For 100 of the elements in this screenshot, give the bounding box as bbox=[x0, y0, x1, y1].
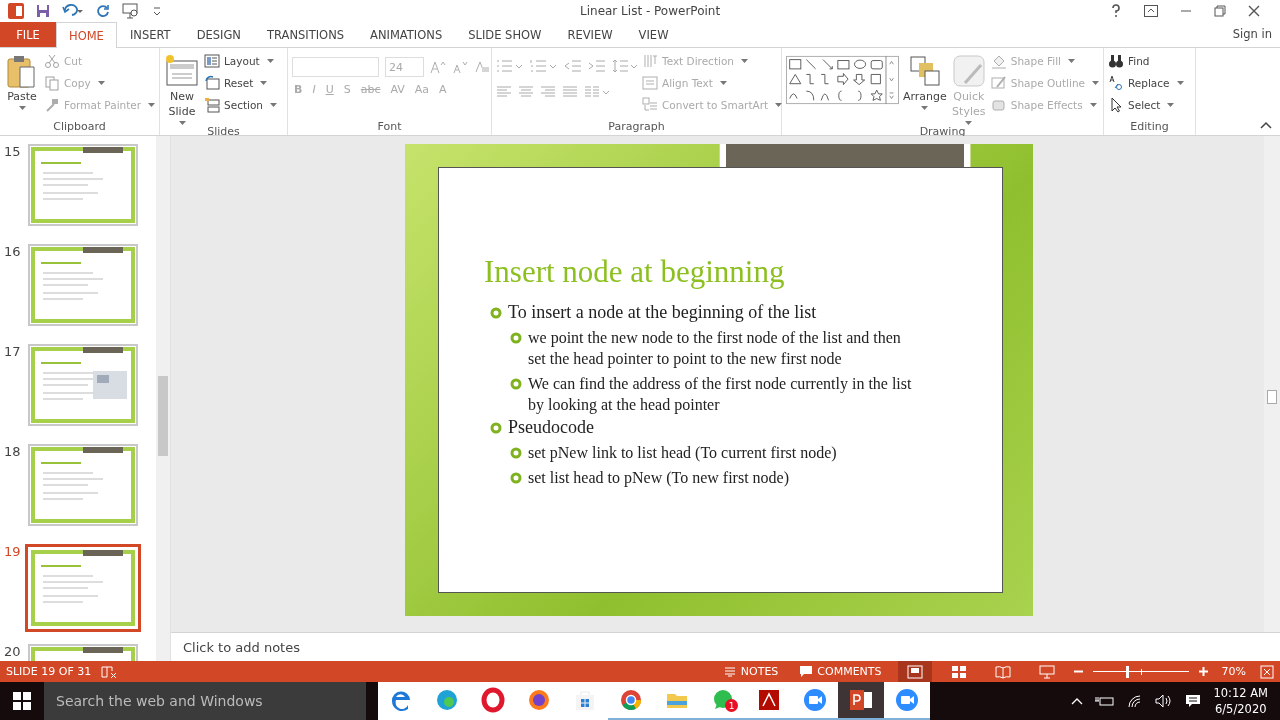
taskbar-button[interactable] bbox=[838, 682, 884, 720]
powerpoint-icon bbox=[848, 687, 874, 713]
caret-icon bbox=[266, 59, 274, 63]
video-camera-icon bbox=[894, 687, 920, 713]
ribbon-button[interactable]: Section bbox=[204, 95, 277, 115]
comments-button[interactable]: COMMENTS bbox=[794, 665, 888, 678]
slide-thumbnail[interactable] bbox=[28, 144, 138, 226]
search-field[interactable]: Search the web and Windows bbox=[44, 682, 366, 720]
smartart-icon bbox=[642, 97, 658, 113]
restore-icon[interactable] bbox=[1214, 5, 1226, 17]
clock-date[interactable]: 6/5/2020 bbox=[1214, 701, 1267, 717]
bullet-icon bbox=[510, 447, 522, 459]
caret-icon bbox=[260, 81, 268, 85]
line-spacing-icon[interactable] bbox=[612, 59, 638, 73]
redo-icon[interactable] bbox=[96, 4, 110, 18]
layout-icon bbox=[204, 53, 220, 69]
notification-icon[interactable] bbox=[1185, 694, 1202, 708]
taskbar-button[interactable]: 1 bbox=[700, 682, 746, 720]
slide-number: 20 bbox=[3, 644, 22, 660]
group-label: Clipboard bbox=[52, 120, 107, 135]
slide-number: 16 bbox=[3, 244, 22, 260]
slide-thumbnail[interactable] bbox=[28, 344, 138, 426]
ribbon-tab[interactable]: SLIDE SHOW bbox=[455, 22, 555, 47]
align-text-icon bbox=[642, 75, 658, 91]
slide-thumbnail[interactable] bbox=[28, 244, 138, 326]
pencil-icon bbox=[990, 75, 1007, 91]
ribbon-button[interactable]: Replace bbox=[1108, 73, 1184, 93]
slide-thumbnail[interactable] bbox=[25, 544, 141, 632]
copy-icon bbox=[44, 75, 60, 91]
bullet-icon bbox=[510, 472, 522, 484]
slide-title: Insert node at beginning bbox=[484, 254, 786, 290]
caret-icon bbox=[178, 121, 186, 125]
opera-icon bbox=[480, 687, 506, 713]
zoom-slider[interactable] bbox=[1092, 665, 1189, 678]
new-slide-button[interactable]: New Slide bbox=[164, 51, 200, 125]
cursor-icon bbox=[1108, 97, 1124, 113]
brush-icon bbox=[44, 97, 60, 113]
file-tab[interactable]: FILE bbox=[0, 22, 56, 47]
ribbon-tab[interactable]: DESIGN bbox=[183, 22, 254, 47]
caret-icon bbox=[741, 59, 748, 63]
speaker-icon[interactable] bbox=[1155, 694, 1174, 708]
ribbon-button[interactable]: Select bbox=[1108, 95, 1175, 115]
normal-view-icon[interactable] bbox=[897, 661, 932, 682]
ribbon-tab[interactable]: HOME bbox=[56, 22, 117, 48]
notes-placeholder[interactable]: Click to add notes bbox=[183, 639, 300, 655]
caret-icon bbox=[1089, 103, 1097, 107]
bullet-text: To insert a node at the beginning of the list bbox=[508, 302, 818, 323]
paste-button[interactable]: Paste bbox=[4, 51, 40, 120]
group-label: Drawing bbox=[918, 125, 967, 140]
scrollbar[interactable] bbox=[1264, 136, 1280, 632]
bullet-text: set list head to pNew (To new first node) bbox=[528, 468, 791, 488]
new-slide-icon bbox=[164, 53, 200, 89]
caret-icon bbox=[270, 103, 277, 107]
fit-to-window-icon[interactable] bbox=[1260, 664, 1274, 679]
ribbon-tab[interactable]: REVIEW bbox=[554, 22, 626, 47]
battery-icon[interactable] bbox=[1095, 694, 1116, 708]
ribbon-display-icon[interactable] bbox=[1144, 5, 1158, 17]
ribbon-tab[interactable]: VIEW bbox=[625, 22, 682, 47]
bullet-icon bbox=[490, 307, 502, 319]
text-direction-icon bbox=[642, 53, 658, 69]
scrollbar[interactable] bbox=[156, 136, 170, 661]
close-icon[interactable] bbox=[1248, 5, 1260, 17]
ribbon-button[interactable]: Layout bbox=[204, 51, 274, 71]
chevron-up-icon[interactable] bbox=[1071, 697, 1084, 705]
slide-thumbnail[interactable] bbox=[28, 444, 138, 526]
comment-icon bbox=[800, 666, 813, 677]
bullet-icon bbox=[490, 422, 502, 434]
slide-counter: SLIDE 19 OF 31 bbox=[6, 665, 92, 678]
binoculars-icon bbox=[1108, 53, 1124, 69]
reset-icon bbox=[204, 75, 220, 91]
caret-icon bbox=[719, 81, 727, 85]
clock-time[interactable]: 10:12 AM bbox=[1213, 685, 1268, 701]
caret-icon bbox=[1167, 103, 1175, 107]
collapse-ribbon-icon[interactable] bbox=[1260, 121, 1272, 129]
ribbon-button[interactable]: Find bbox=[1108, 51, 1150, 71]
replace-icon bbox=[1108, 75, 1124, 91]
sign-in-link[interactable]: Sign in bbox=[1224, 27, 1280, 47]
spell-check-icon[interactable] bbox=[101, 664, 118, 679]
bullet-text: we point the new node to the first node of the list and then set the head pointer to point to the new first node bbox=[528, 328, 902, 369]
ribbon-button[interactable]: Reset bbox=[204, 73, 268, 93]
caret-icon bbox=[18, 106, 26, 110]
undo-icon[interactable] bbox=[62, 4, 84, 18]
bullet-icon bbox=[510, 378, 522, 390]
powerpoint-icon[interactable] bbox=[8, 3, 24, 19]
zoom-level[interactable]: 70% bbox=[1217, 665, 1250, 678]
arrange-button[interactable]: Arrange bbox=[902, 51, 947, 125]
zoom-in-icon[interactable] bbox=[1198, 667, 1208, 676]
caret-icon bbox=[97, 81, 105, 85]
acrobat-icon bbox=[756, 687, 782, 713]
group-label: Editing bbox=[1129, 120, 1170, 135]
ribbon-tab[interactable]: INSERT bbox=[116, 22, 184, 47]
help-icon[interactable] bbox=[1110, 4, 1122, 18]
ribbon-tab[interactable]: TRANSITIONS bbox=[253, 22, 358, 47]
notes-button[interactable]: NOTES bbox=[717, 665, 785, 678]
ribbon-tab[interactable]: ANIMATIONS bbox=[357, 22, 456, 47]
slideshow-icon[interactable] bbox=[122, 3, 140, 19]
scissors-icon bbox=[44, 53, 60, 69]
customize-icon[interactable] bbox=[152, 5, 162, 17]
slide-number: 18 bbox=[3, 444, 22, 460]
shapes-gallery[interactable] bbox=[786, 54, 899, 106]
